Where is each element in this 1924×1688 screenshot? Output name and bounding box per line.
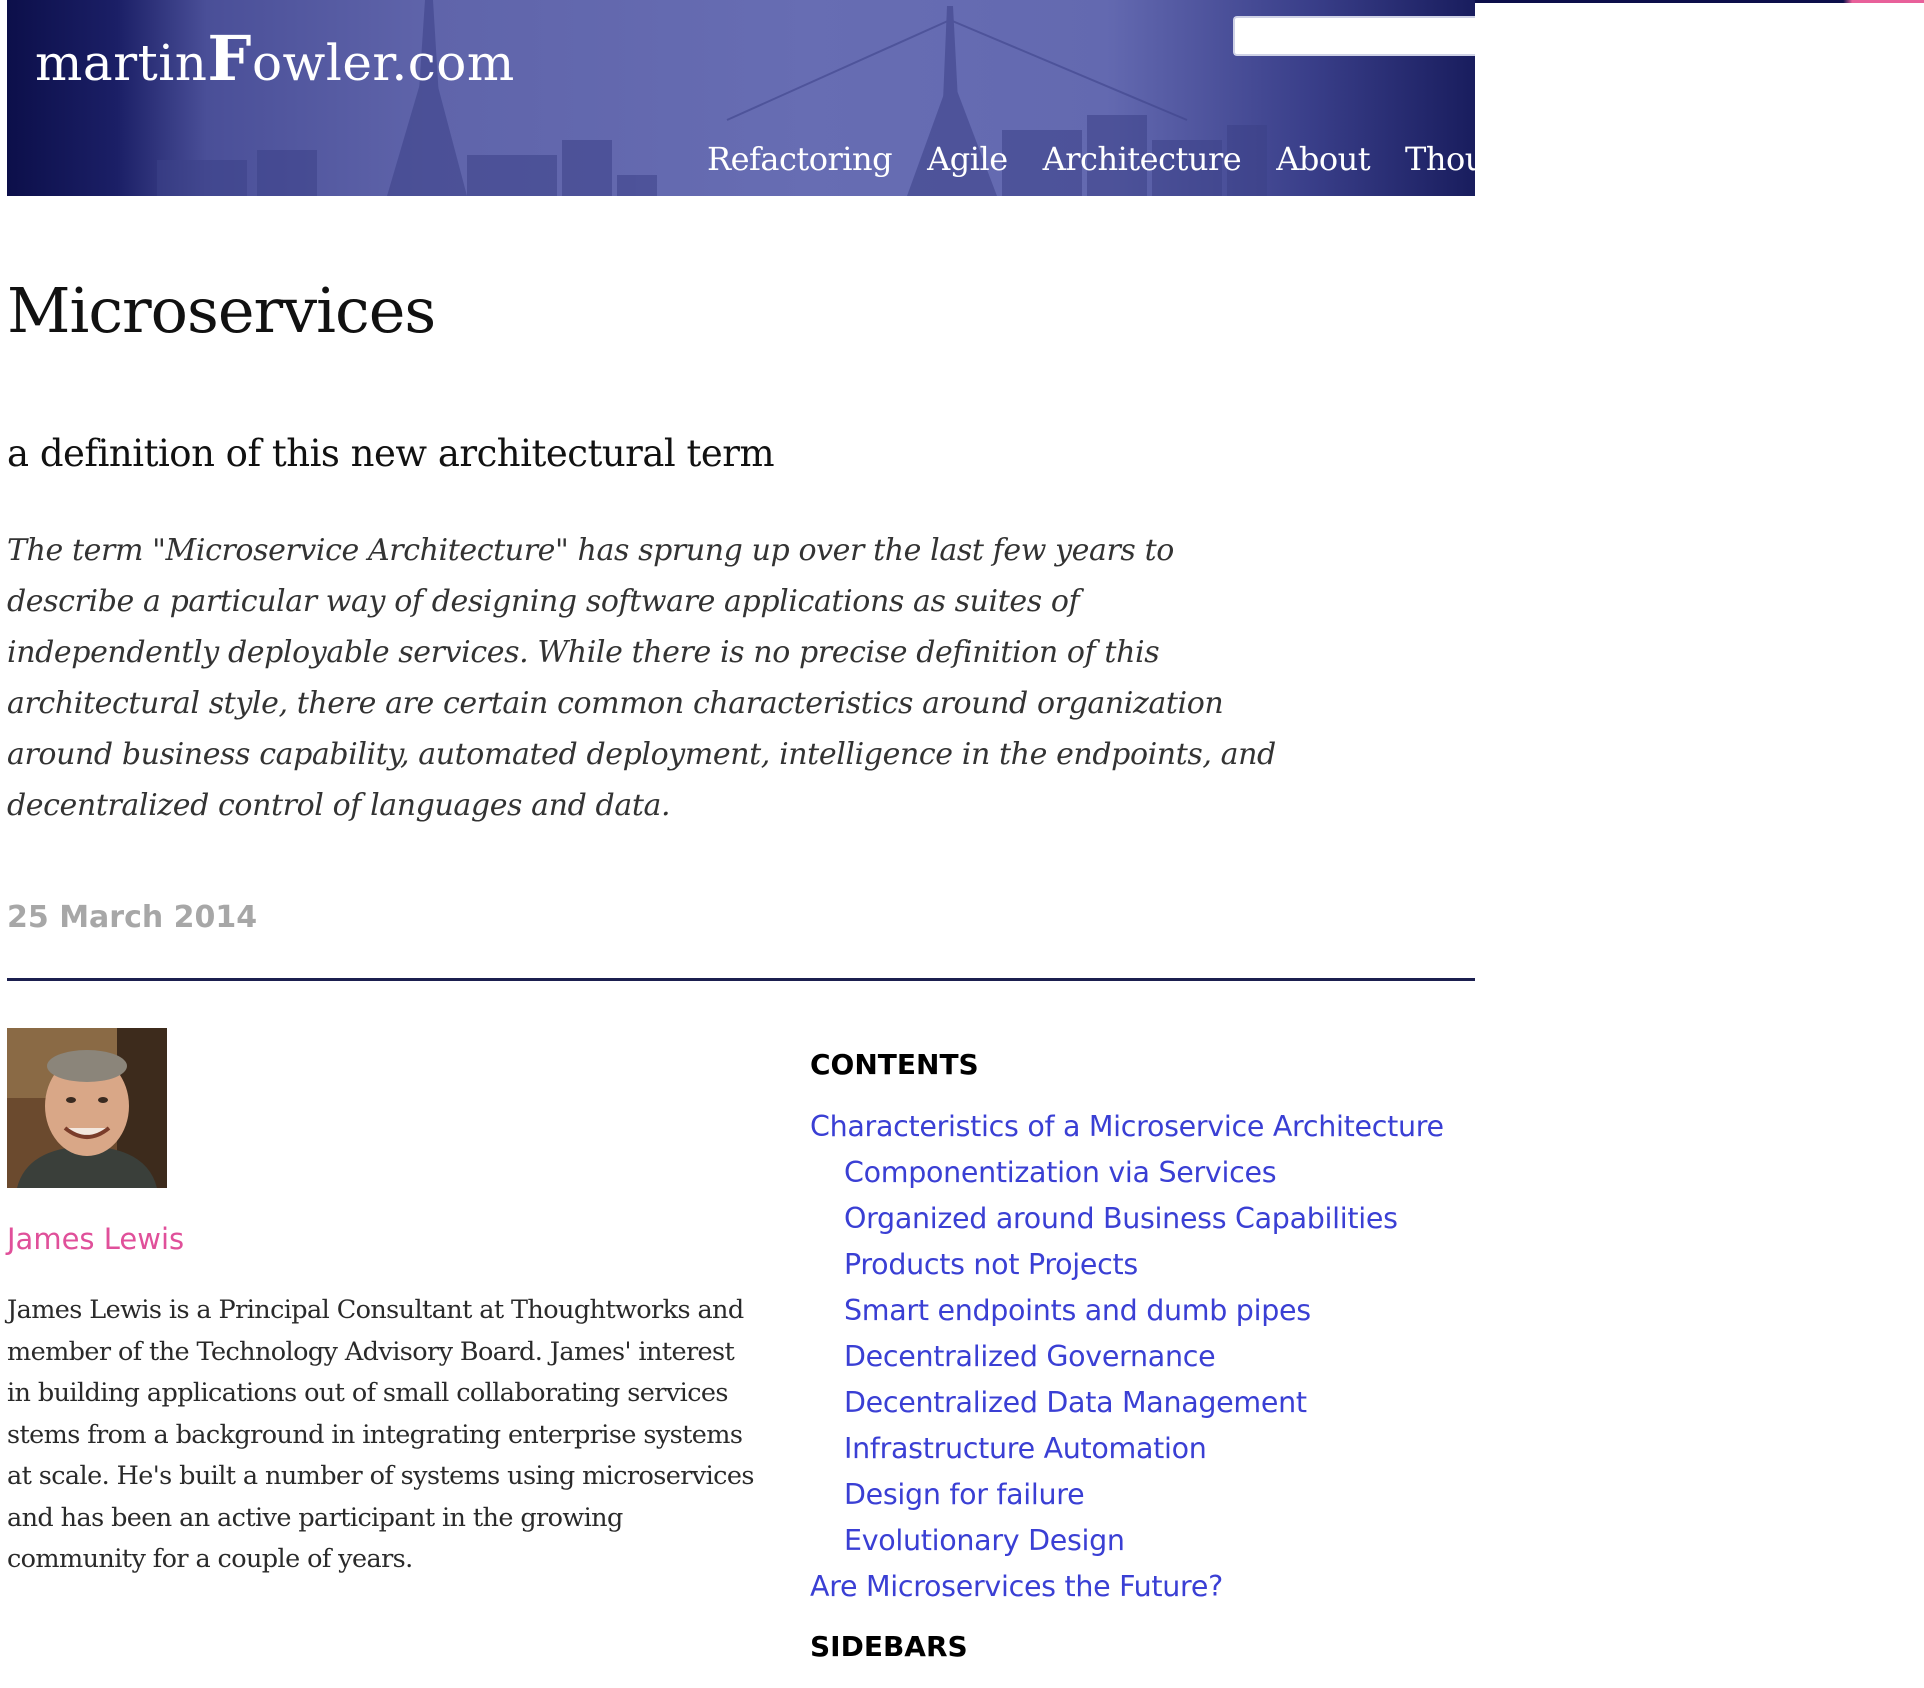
toc-item: Infrastructure Automation	[810, 1426, 1444, 1472]
toc-link-infrastructure-automation[interactable]: Infrastructure Automation	[844, 1432, 1207, 1465]
search-input[interactable]	[1233, 16, 1475, 56]
page-title: Microservices	[7, 274, 436, 347]
toc-link-products-not-projects[interactable]: Products not Projects	[844, 1248, 1138, 1281]
toc-link-business-capabilities[interactable]: Organized around Business Capabilities	[844, 1202, 1398, 1235]
page-subtitle: a definition of this new architectural t…	[7, 432, 775, 475]
logo-text-prefix: martin	[35, 34, 208, 92]
nav-refactoring[interactable]: Refactoring	[707, 140, 893, 178]
contents-list: Characteristics of a Microservice Archit…	[810, 1104, 1444, 1610]
article-abstract: The term "Microservice Architecture" has…	[7, 533, 1276, 823]
top-right-strip	[1475, 0, 1924, 3]
toc-link-decentralized-governance[interactable]: Decentralized Governance	[844, 1340, 1216, 1373]
author-photo[interactable]	[7, 1028, 167, 1188]
nav-about[interactable]: About	[1276, 140, 1370, 178]
toc-item: Characteristics of a Microservice Archit…	[810, 1104, 1444, 1150]
sidebars-heading: SIDEBARS	[810, 1630, 968, 1663]
toc-link-evolutionary-design[interactable]: Evolutionary Design	[844, 1524, 1125, 1557]
toc-link-smart-endpoints[interactable]: Smart endpoints and dumb pipes	[844, 1294, 1311, 1327]
toc-link-characteristics[interactable]: Characteristics of a Microservice Archit…	[810, 1110, 1444, 1143]
author-name-link[interactable]: James Lewis	[7, 1222, 184, 1256]
logo-text-suffix: owler.com	[251, 34, 515, 92]
toc-item: Componentization via Services	[810, 1150, 1444, 1196]
toc-item: Decentralized Governance	[810, 1334, 1444, 1380]
nav-architecture[interactable]: Architecture	[1043, 140, 1242, 178]
publication-date: 25 March 2014	[7, 900, 258, 935]
toc-item: Products not Projects	[810, 1242, 1444, 1288]
toc-item: Decentralized Data Management	[810, 1380, 1444, 1426]
toc-link-design-for-failure[interactable]: Design for failure	[844, 1478, 1085, 1511]
toc-item: Design for failure	[810, 1472, 1444, 1518]
logo-text-f: F	[207, 22, 252, 95]
nav-agile[interactable]: Agile	[927, 140, 1008, 178]
author-bio: James Lewis is a Principal Consultant at…	[7, 1295, 754, 1574]
toc-item: Evolutionary Design	[810, 1518, 1444, 1564]
divider	[7, 978, 1475, 981]
nav-thoughtworks[interactable]: Thoughtworks	[1405, 140, 1475, 178]
toc-item: Smart endpoints and dumb pipes	[810, 1288, 1444, 1334]
author-portrait-image	[7, 1028, 167, 1188]
toc-item: Are Microservices the Future?	[810, 1564, 1444, 1610]
toc-link-future[interactable]: Are Microservices the Future?	[810, 1570, 1223, 1603]
site-logo[interactable]: martinFowler.com	[35, 22, 515, 95]
toc-link-componentization[interactable]: Componentization via Services	[844, 1156, 1277, 1189]
toc-item: Organized around Business Capabilities	[810, 1196, 1444, 1242]
contents-heading: CONTENTS	[810, 1048, 979, 1081]
top-navigation: Refactoring Agile Architecture About Tho…	[707, 140, 1475, 178]
toc-link-decentralized-data[interactable]: Decentralized Data Management	[844, 1386, 1307, 1419]
site-header-banner: martinFowler.com Refactoring Agile Archi…	[7, 0, 1475, 196]
